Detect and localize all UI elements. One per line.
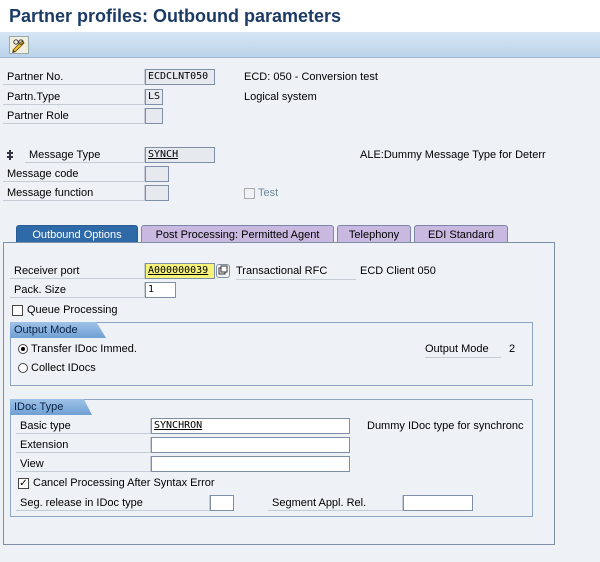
basic-type-label: Basic type — [16, 418, 151, 434]
receiver-port-label: Receiver port — [10, 263, 145, 279]
collect-idocs-label: Collect IDocs — [31, 362, 96, 374]
output-mode-value: 2 — [509, 343, 516, 355]
receiver-port-description: ECD Client 050 — [360, 265, 436, 277]
partn-type-field[interactable]: LS — [145, 89, 163, 105]
basic-type-description: Dummy IDoc type for synchronc — [367, 420, 524, 432]
pencil-glasses-icon — [12, 39, 25, 53]
pack-size-label: Pack. Size — [10, 282, 145, 298]
queue-processing-label: Queue Processing — [27, 304, 118, 316]
transfer-idoc-immed-label: Transfer IDoc Immed. — [31, 343, 137, 355]
title-bar: Partner profiles: Outbound parameters — [0, 0, 600, 32]
seg-release-field[interactable] — [210, 495, 234, 511]
partner-no-label: Partner No. — [3, 69, 145, 85]
idoc-type-group-title: IDoc Type — [10, 399, 92, 415]
transfer-idoc-immed-radio[interactable] — [18, 344, 28, 354]
view-label: View — [16, 456, 151, 472]
basic-type-field[interactable]: SYNCHRON — [151, 418, 350, 434]
pack-size-field[interactable]: 1 — [145, 282, 176, 298]
partner-no-description: ECD: 050 - Conversion test — [244, 71, 378, 83]
collect-idocs-radio[interactable] — [18, 363, 28, 373]
matchcode-icon — [218, 265, 228, 275]
message-code-label: Message code — [3, 166, 145, 182]
display-change-button[interactable] — [9, 36, 29, 54]
cancel-processing-checkbox[interactable]: ✓ — [18, 478, 29, 489]
message-function-field[interactable] — [145, 185, 169, 201]
partn-type-label: Partn.Type — [3, 89, 145, 105]
message-type-field[interactable]: SYNCH — [145, 147, 215, 163]
partner-no-field[interactable]: ECDCLNT050 — [145, 69, 215, 85]
output-mode-label: Output Mode — [425, 341, 501, 358]
partner-role-label: Partner Role — [3, 108, 145, 124]
partner-role-field[interactable] — [145, 108, 163, 124]
receiver-port-type: Transactional RFC — [236, 263, 356, 280]
message-code-field[interactable] — [145, 166, 169, 182]
message-type-label: Message Type — [25, 147, 145, 163]
view-field[interactable] — [151, 456, 350, 472]
extension-label: Extension — [16, 437, 151, 453]
partn-type-description: Logical system — [244, 91, 317, 103]
seg-release-label: Seg. release in IDoc type — [16, 495, 210, 511]
segment-appl-rel-field[interactable] — [403, 495, 473, 511]
receiver-port-help-button[interactable] — [216, 264, 230, 278]
test-label: Test — [258, 187, 279, 199]
extension-field[interactable] — [151, 437, 350, 453]
message-type-icon — [6, 149, 18, 161]
receiver-port-field[interactable]: A000000039 — [145, 263, 215, 279]
output-mode-group-title: Output Mode — [10, 322, 106, 338]
application-toolbar — [0, 32, 600, 58]
segment-appl-rel-label: Segment Appl. Rel. — [268, 495, 403, 511]
test-checkbox[interactable] — [244, 188, 255, 199]
cancel-processing-label: Cancel Processing After Syntax Error — [33, 477, 215, 489]
page-title: Partner profiles: Outbound parameters — [9, 6, 342, 26]
message-type-description: ALE:Dummy Message Type for Deterr — [360, 149, 546, 161]
queue-processing-checkbox[interactable] — [12, 305, 23, 316]
message-function-label: Message function — [3, 185, 145, 201]
